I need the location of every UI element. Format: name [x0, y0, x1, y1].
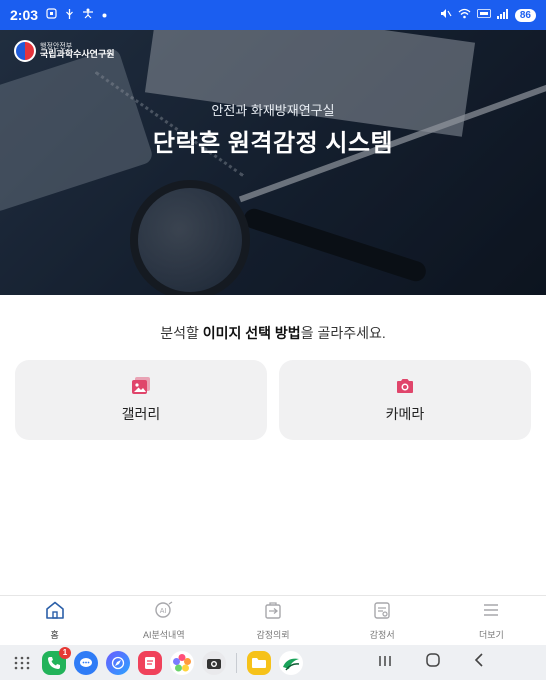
screenshot-icon [46, 8, 57, 22]
app-screen: 2:03 86 행정안전부 국립과학수사연구원 안전과 화재방재연구실 단락흔 … [0, 0, 546, 680]
accessibility-icon [82, 8, 94, 22]
nav-request[interactable]: 감정의뢰 [218, 596, 327, 645]
gallery-label: 갤러리 [121, 406, 161, 422]
taegeuk-logo-icon [14, 40, 36, 62]
status-time: 2:03 [10, 7, 39, 23]
dot-icon [102, 9, 107, 21]
mute-icon [440, 8, 452, 22]
recents-icon[interactable] [378, 654, 392, 672]
nav-request-label: 감정의뢰 [256, 629, 290, 640]
hero-banner: 행정안전부 국립과학수사연구원 안전과 화재방재연구실 단락흔 원격감정 시스템 [0, 30, 546, 295]
selection-prompt: 분석할 이미지 선택 방법을 골라주세요. [0, 323, 546, 343]
battery-indicator: 86 [514, 8, 536, 22]
gallery-app-icon[interactable] [170, 650, 194, 675]
nav-home[interactable]: 홈 [0, 596, 109, 645]
report-icon [372, 601, 392, 624]
signal-icon [496, 8, 509, 22]
nav-more[interactable]: 더보기 [437, 596, 546, 645]
prompt-after: 을 골라주세요. [300, 325, 386, 341]
prompt-emphasis: 이미지 선택 방법 [202, 325, 301, 341]
messages-icon[interactable] [74, 650, 98, 675]
camera-app-icon[interactable] [202, 650, 226, 675]
org-name-label: 국립과학수사연구원 [40, 48, 115, 59]
gallery-button[interactable]: 갤러리 [15, 360, 267, 440]
phone-icon[interactable]: 1 [42, 646, 71, 675]
app-dock: 1 [10, 646, 303, 675]
nav-report-label: 감정서 [369, 629, 395, 640]
nav-ai-history[interactable]: AI AI분석내역 [109, 596, 218, 645]
org-ministry-label: 행정안전부 [40, 42, 73, 50]
request-icon [263, 601, 283, 624]
back-icon[interactable] [474, 653, 484, 672]
system-nav-keys [378, 653, 536, 672]
apps-grid-icon[interactable] [10, 651, 34, 675]
files-icon[interactable] [247, 650, 271, 675]
page-title: 단락흔 원격감정 시스템 [152, 130, 394, 157]
org-logo-text: 행정안전부 국립과학수사연구원 [40, 43, 115, 60]
dock-separator [236, 652, 237, 673]
home-icon [45, 601, 65, 624]
camera-icon [395, 376, 415, 396]
camera-button[interactable]: 카메라 [279, 360, 531, 440]
phone-badge: 1 [59, 646, 71, 659]
status-right-icons: 86 [440, 8, 536, 22]
camera-label: 카메라 [385, 406, 425, 422]
browser-icon[interactable] [106, 650, 130, 675]
ai-history-icon: AI [154, 600, 174, 624]
nav-more-label: 더보기 [478, 629, 504, 640]
hero-overlay [0, 30, 546, 295]
svg-text:AI: AI [159, 608, 166, 615]
naver-icon[interactable] [279, 650, 303, 675]
notes-icon[interactable] [138, 650, 162, 675]
gallery-icon [131, 376, 151, 396]
org-logo: 행정안전부 국립과학수사연구원 [14, 40, 115, 62]
prompt-before: 분석할 [160, 325, 203, 341]
wifi-icon [458, 8, 471, 22]
nav-report[interactable]: 감정서 [328, 596, 437, 645]
home-key-icon[interactable] [426, 653, 440, 672]
menu-icon [481, 601, 501, 624]
hero-subtitle: 안전과 화재방재연구실 [211, 103, 335, 118]
status-left-icons [46, 8, 107, 23]
usb-icon [65, 8, 74, 23]
lte-icon [476, 9, 491, 21]
bottom-navigation: 홈 AI AI분석내역 감정의뢰 감정서 더보기 [0, 595, 546, 645]
nav-ai-history-label: AI분석내역 [142, 629, 185, 640]
status-bar: 2:03 86 [0, 0, 546, 30]
nav-home-label: 홈 [50, 629, 59, 640]
system-navigation-bar: 1 [0, 645, 546, 680]
